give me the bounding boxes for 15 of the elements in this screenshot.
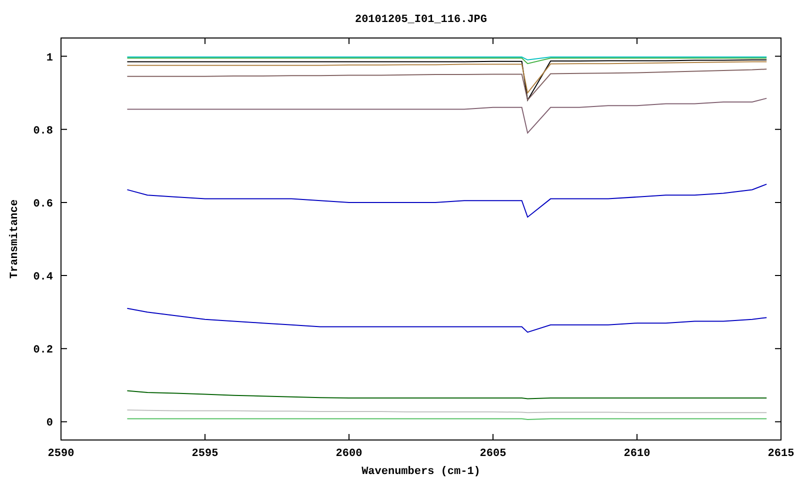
x-tick-label: 2595 bbox=[192, 448, 218, 460]
y-tick-label: 0.8 bbox=[33, 125, 53, 138]
y-axis-label: Transmitance bbox=[9, 199, 21, 279]
y-tick-label: 0.2 bbox=[33, 344, 53, 357]
y-tick-label: 0 bbox=[46, 418, 53, 430]
x-tick-label: 2590 bbox=[48, 448, 74, 460]
y-tick-label: 0.4 bbox=[33, 272, 53, 284]
x-tick-label: 2615 bbox=[768, 448, 794, 460]
x-tick-label: 2600 bbox=[336, 448, 362, 460]
y-tick-label: 1 bbox=[46, 52, 53, 64]
x-tick-label: 2605 bbox=[480, 448, 506, 460]
x-tick-label: 2610 bbox=[624, 448, 650, 460]
y-tick-label: 0.6 bbox=[33, 198, 53, 210]
x-axis-label: Wavenumbers (cm-1) bbox=[362, 466, 480, 478]
chart-title: 20101205_I01_116.JPG bbox=[354, 14, 488, 26]
